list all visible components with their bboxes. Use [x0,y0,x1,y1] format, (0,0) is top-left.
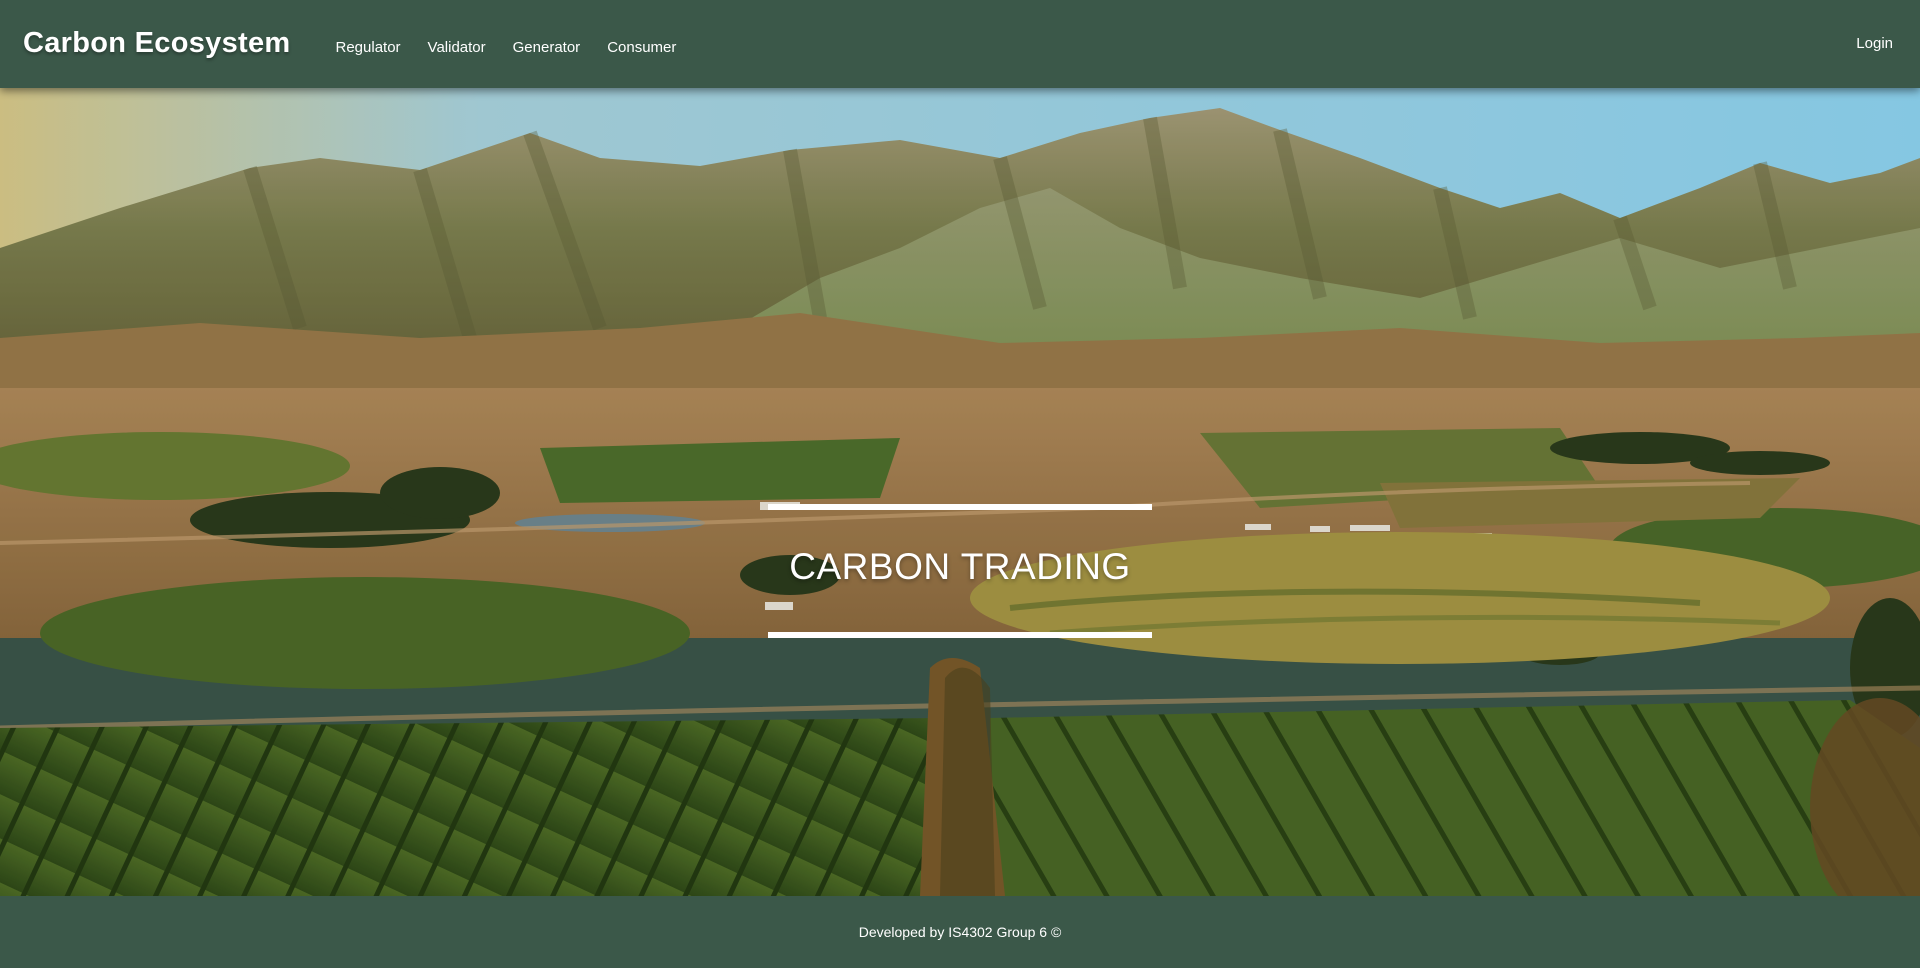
login-link[interactable]: Login [1856,35,1893,52]
nav-links: Regulator Validator Generator Consumer [336,39,704,56]
nav-link-consumer[interactable]: Consumer [607,39,676,56]
nav-link-regulator[interactable]: Regulator [336,39,401,56]
top-navbar: Carbon Ecosystem Regulator Validator Gen… [0,0,1920,88]
brand-title[interactable]: Carbon Ecosystem [23,27,291,60]
landscape-background-image [0,88,1920,896]
title-bottom-bar [768,632,1152,638]
footer-credit: Developed by IS4302 Group 6 © [858,924,1062,940]
hero-title-block: CARBON TRADING [768,504,1152,642]
hero-title: CARBON TRADING [789,546,1131,587]
nav-link-validator[interactable]: Validator [428,39,486,56]
nav-link-generator[interactable]: Generator [513,39,581,56]
hero-section: CARBON TRADING [0,88,1920,896]
footer: Developed by IS4302 Group 6 © [0,896,1920,968]
title-top-bar [768,504,1152,510]
